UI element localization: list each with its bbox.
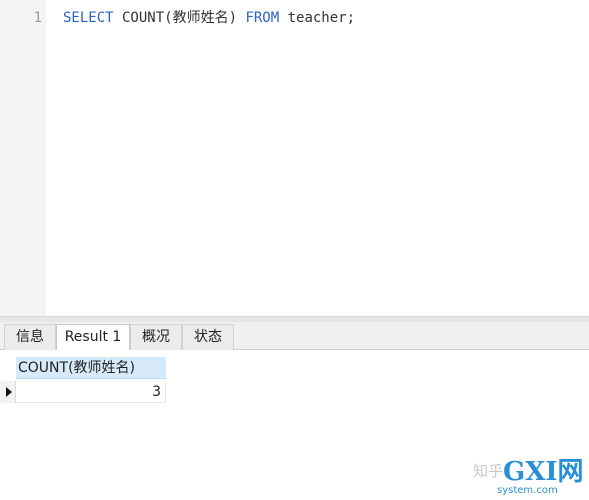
sql-count-expression: COUNT(教师姓名)	[113, 10, 246, 26]
sql-table-name: teacher;	[279, 10, 356, 26]
column-header-count[interactable]: COUNT(教师姓名)	[16, 357, 166, 379]
sql-editor[interactable]: 1 SELECT COUNT(教师姓名) FROM teacher;	[0, 0, 589, 316]
row-selector[interactable]	[0, 381, 16, 403]
line-number-gutter: 1	[0, 0, 46, 316]
current-row-arrow-icon	[6, 387, 12, 397]
watermark-brand: GXI网	[503, 457, 583, 487]
tab-info[interactable]: 信息	[4, 324, 56, 350]
sql-client-window: 1 SELECT COUNT(教师姓名) FROM teacher; 信息 Re…	[0, 0, 589, 500]
site-watermark-logo: 知乎 GXI网 system.com	[473, 457, 583, 496]
sql-keyword-select: SELECT	[63, 10, 114, 26]
tab-overview[interactable]: 概况	[130, 324, 182, 350]
tab-result-1[interactable]: Result 1	[56, 324, 130, 351]
tab-status[interactable]: 状态	[182, 324, 234, 350]
result-tabbar: 信息 Result 1 概况 状态	[0, 322, 589, 351]
result-cell[interactable]: 3	[16, 381, 166, 403]
watermark-domain: system.com	[497, 485, 558, 496]
watermark-prefix: 知乎	[473, 462, 503, 480]
sql-code-line[interactable]: SELECT COUNT(教师姓名) FROM teacher;	[63, 9, 355, 27]
sql-keyword-from: FROM	[245, 10, 280, 26]
line-number: 1	[33, 10, 42, 26]
